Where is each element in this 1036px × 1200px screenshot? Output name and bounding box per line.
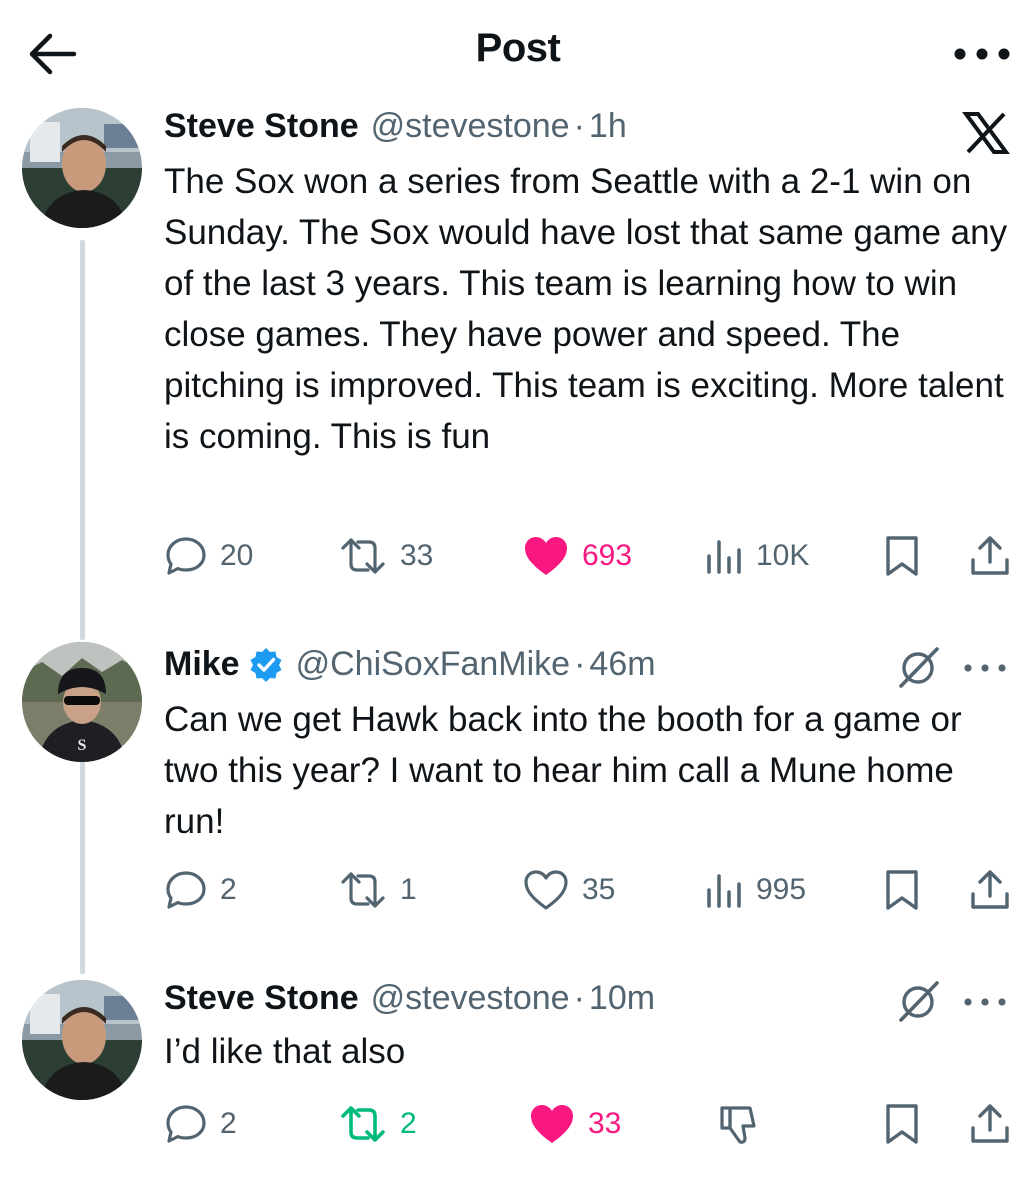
page-title: Post (475, 26, 561, 70)
more-icon (964, 998, 1006, 1006)
tweet-header: Mike @ChiSoxFanMike · 46m (164, 640, 656, 688)
share-icon (971, 870, 1009, 909)
post-text: The Sox won a series from Seattle with a… (164, 162, 1008, 456)
share-button[interactable] (968, 1100, 1012, 1148)
author-handle[interactable]: @stevestone (371, 979, 570, 1018)
thread-line (80, 240, 85, 640)
post-time[interactable]: 1h (589, 107, 627, 146)
like-button[interactable]: 693 (522, 532, 632, 580)
tweet-header: Steve Stone @stevestone · 1h (164, 102, 627, 150)
reply-button[interactable]: 20 (164, 532, 253, 580)
repost-count: 1 (400, 873, 417, 906)
avatar[interactable] (22, 980, 142, 1100)
reply-icon (166, 871, 206, 909)
like-button[interactable]: 33 (528, 1100, 621, 1148)
heart-icon (524, 870, 568, 910)
separator-dot: · (573, 106, 585, 145)
reply-count: 2 (220, 1107, 237, 1140)
action-bar: 2 1 35 995 (164, 866, 1014, 914)
avatar[interactable]: S (22, 642, 142, 762)
reply-button[interactable]: 2 (164, 1100, 237, 1148)
grok-button[interactable] (896, 978, 942, 1024)
repost-button[interactable]: 33 (338, 532, 433, 580)
top-bar: Post (0, 0, 1036, 110)
post-text: I’d like that also (164, 1032, 406, 1071)
reply-button[interactable]: 2 (164, 866, 237, 914)
share-icon (971, 536, 1009, 575)
avatar-photo (22, 980, 142, 1100)
tweet-more-button[interactable] (960, 656, 1010, 680)
views-icon (707, 540, 741, 574)
like-count: 33 (588, 1107, 622, 1140)
repost-count: 33 (400, 539, 434, 572)
action-bar: 2 2 33 (164, 1100, 1014, 1148)
repost-icon (341, 538, 385, 574)
bookmark-icon (886, 1104, 918, 1144)
bookmark-button[interactable] (882, 866, 922, 914)
views-count: 10K (756, 539, 810, 572)
svg-text:S: S (78, 737, 87, 754)
grok-button[interactable] (896, 644, 942, 690)
author-handle[interactable]: @stevestone (371, 107, 570, 146)
avatar-photo (22, 108, 142, 228)
more-options-button[interactable] (950, 34, 1014, 74)
verified-badge-icon (250, 648, 282, 682)
share-button[interactable] (968, 532, 1012, 580)
avatar[interactable] (22, 108, 142, 228)
repost-count: 2 (400, 1107, 417, 1140)
reply-count: 20 (220, 539, 254, 572)
like-button[interactable]: 35 (522, 866, 615, 914)
author-name[interactable]: Steve Stone (164, 107, 359, 146)
tweet-more-button[interactable] (960, 990, 1010, 1014)
avatar-photo: S (22, 642, 142, 762)
author-name[interactable]: Mike (164, 645, 240, 684)
thread-line (80, 752, 85, 974)
post-time[interactable]: 46m (589, 645, 655, 684)
dislike-button[interactable] (716, 1100, 760, 1148)
bookmark-button[interactable] (882, 1100, 922, 1148)
author-handle[interactable]: @ChiSoxFanMike (296, 645, 571, 684)
share-icon (971, 1104, 1009, 1143)
like-count: 35 (582, 873, 616, 906)
repost-button[interactable]: 2 (338, 1100, 417, 1148)
post-text: Can we get Hawk back into the booth for … (164, 700, 962, 841)
views-count: 995 (756, 873, 807, 906)
post-time[interactable]: 10m (589, 979, 655, 1018)
grok-icon (899, 981, 939, 1022)
more-icon (954, 48, 1010, 60)
bookmark-icon (886, 870, 918, 910)
x-logo-icon (962, 112, 1010, 154)
action-bar: 20 33 693 10K (164, 532, 1014, 580)
reply-count: 2 (220, 873, 237, 906)
heart-icon (525, 537, 567, 575)
views-button[interactable]: 995 (704, 866, 806, 914)
bookmark-button[interactable] (882, 532, 922, 580)
repost-button[interactable]: 1 (338, 866, 417, 914)
like-count: 693 (582, 539, 633, 572)
repost-icon (341, 1106, 385, 1142)
tweet-header: Steve Stone @stevestone · 10m (164, 974, 655, 1022)
repost-icon (341, 872, 385, 908)
more-icon (964, 664, 1006, 672)
views-icon (707, 874, 741, 908)
views-button[interactable]: 10K (704, 532, 809, 580)
reply-icon (166, 1105, 206, 1143)
separator-dot: · (574, 644, 586, 683)
grok-icon (899, 647, 939, 688)
author-name[interactable]: Steve Stone (164, 979, 359, 1018)
separator-dot: · (573, 978, 585, 1017)
reply-icon (166, 537, 206, 575)
x-logo-button[interactable] (962, 112, 1010, 154)
dislike-icon (720, 1106, 756, 1144)
bookmark-icon (886, 536, 918, 576)
heart-icon (531, 1105, 573, 1143)
share-button[interactable] (968, 866, 1012, 914)
